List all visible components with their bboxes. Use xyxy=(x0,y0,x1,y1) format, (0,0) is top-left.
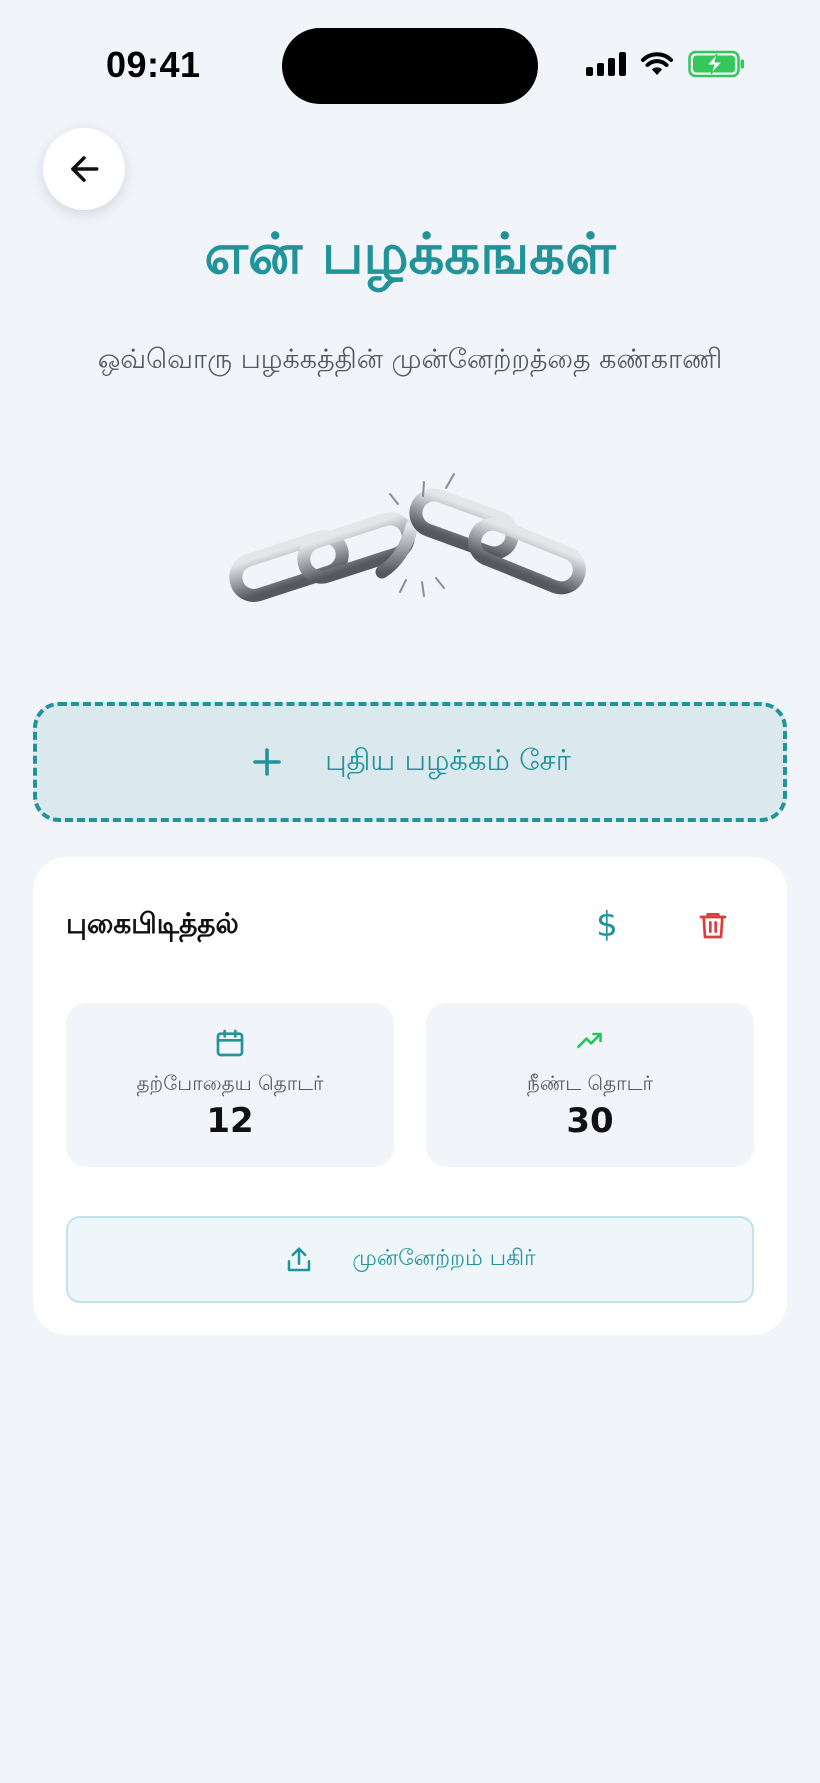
dollar-icon: $ xyxy=(596,905,618,945)
delete-habit-button[interactable] xyxy=(685,897,741,953)
status-time: 09:41 xyxy=(106,44,201,85)
current-streak-label: தற்போதைய தொடர் xyxy=(136,1071,324,1095)
trending-up-icon xyxy=(577,1032,602,1049)
plus-icon xyxy=(253,748,281,776)
best-streak-box: நீண்ட தொடர் 30 xyxy=(426,1003,754,1167)
back-button[interactable] xyxy=(43,128,125,210)
current-streak-value: 12 xyxy=(206,1101,254,1141)
status-icons xyxy=(586,50,746,78)
habit-card: புகைபிடித்தல் $ தற்போதைய தொடர் 12 நீண்ட … xyxy=(33,857,787,1335)
page-subtitle: ஒவ்வொரு பழக்கத்தின் முன்னேற்றத்தை கண்காண… xyxy=(97,344,723,375)
share-progress-label: முன்னேற்றம் பகிர் xyxy=(352,1245,536,1271)
broken-chain-image xyxy=(229,473,586,602)
share-progress-button[interactable]: முன்னேற்றம் பகிர் xyxy=(66,1216,754,1303)
share-icon xyxy=(288,1247,311,1271)
battery-charging-icon xyxy=(688,50,744,78)
calendar-icon xyxy=(216,1029,244,1057)
wifi-icon xyxy=(641,52,673,75)
current-streak-box: தற்போதைய தொடர் 12 xyxy=(66,1003,394,1167)
add-habit-label: புதிய பழக்கம் சேர் xyxy=(325,743,571,777)
money-saved-button[interactable]: $ xyxy=(579,897,635,953)
add-habit-button[interactable]: புதிய பழக்கம் சேர் xyxy=(33,702,787,822)
habit-name: புகைபிடித்தல் xyxy=(66,907,239,940)
best-streak-value: 30 xyxy=(566,1101,614,1141)
dynamic-island xyxy=(282,28,538,104)
page-title: என் பழக்கங்கள் xyxy=(204,222,616,287)
signal-icon xyxy=(586,52,626,76)
arrow-left-icon xyxy=(71,156,99,182)
best-streak-label: நீண்ட தொடர் xyxy=(527,1071,653,1095)
trash-icon xyxy=(699,913,727,939)
